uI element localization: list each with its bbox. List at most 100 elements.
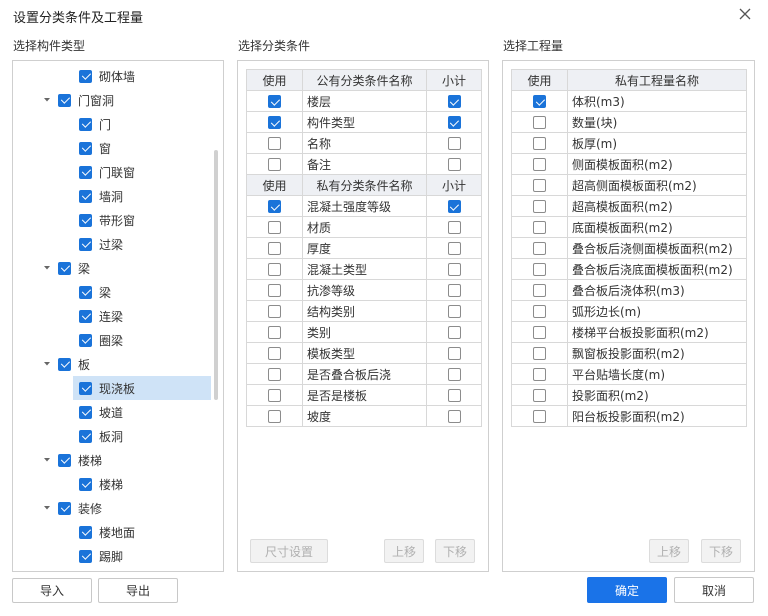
use-checkbox[interactable] xyxy=(268,389,281,402)
use-checkbox[interactable] xyxy=(268,410,281,423)
tree-item[interactable]: 楼梯 xyxy=(13,472,215,496)
subtotal-checkbox[interactable] xyxy=(447,368,461,381)
use-checkbox[interactable] xyxy=(533,410,546,423)
tree-item-checkbox[interactable] xyxy=(58,93,71,107)
chevron-down-icon[interactable] xyxy=(42,455,52,465)
tree-item-checkbox[interactable] xyxy=(79,525,92,539)
subtotal-checkbox[interactable] xyxy=(447,95,461,108)
tree-item-checkbox[interactable] xyxy=(79,69,92,83)
export-button[interactable]: 导出 xyxy=(98,578,178,603)
use-checkbox[interactable] xyxy=(268,263,281,276)
tree-item-checkbox[interactable] xyxy=(79,117,92,131)
tree-scrollbar[interactable] xyxy=(214,150,218,400)
use-checkbox[interactable] xyxy=(533,200,546,213)
use-checkbox[interactable] xyxy=(268,368,281,381)
use-checkbox[interactable] xyxy=(533,158,546,171)
table-row[interactable]: 侧面模板面积(m2) xyxy=(511,153,747,175)
table-row[interactable]: 坡度 xyxy=(246,405,482,427)
tree-item[interactable]: 坡道 xyxy=(13,400,215,424)
tree-item[interactable]: 梁 xyxy=(13,280,215,304)
use-checkbox[interactable] xyxy=(533,95,546,108)
subtotal-checkbox[interactable] xyxy=(447,410,461,423)
table-row[interactable]: 抗渗等级 xyxy=(246,279,482,301)
use-checkbox[interactable] xyxy=(533,305,546,318)
tree-item-checkbox[interactable] xyxy=(79,237,92,251)
tree-item[interactable]: 门窗洞 xyxy=(13,88,215,112)
table-row[interactable]: 底面模板面积(m2) xyxy=(511,216,747,238)
tree-item[interactable]: 现浇板 xyxy=(73,376,211,400)
subtotal-checkbox[interactable] xyxy=(447,263,461,276)
tree-item[interactable]: 砌体墙 xyxy=(13,64,215,88)
tree-item-checkbox[interactable] xyxy=(79,549,92,563)
use-checkbox[interactable] xyxy=(533,116,546,129)
tree-item-checkbox[interactable] xyxy=(79,141,92,155)
tree-item[interactable]: 踢脚 xyxy=(13,544,215,568)
table-row[interactable]: 板厚(m) xyxy=(511,132,747,154)
use-checkbox[interactable] xyxy=(533,347,546,360)
use-checkbox[interactable] xyxy=(268,200,281,213)
tree-item-checkbox[interactable] xyxy=(58,357,71,371)
tree-item[interactable]: 楼梯 xyxy=(13,448,215,472)
tree-item-checkbox[interactable] xyxy=(58,261,71,275)
table-row[interactable]: 名称 xyxy=(246,132,482,154)
table-row[interactable]: 厚度 xyxy=(246,237,482,259)
table-row[interactable]: 混凝土强度等级 xyxy=(246,195,482,217)
table-row[interactable]: 叠合板后浇底面模板面积(m2) xyxy=(511,258,747,280)
tree-item[interactable]: 楼地面 xyxy=(13,520,215,544)
use-checkbox[interactable] xyxy=(268,221,281,234)
table-row[interactable]: 类别 xyxy=(246,321,482,343)
use-checkbox[interactable] xyxy=(268,158,281,171)
tree-item-checkbox[interactable] xyxy=(79,189,92,203)
table-row[interactable]: 阳台板投影面积(m2) xyxy=(511,405,747,427)
subtotal-checkbox[interactable] xyxy=(447,305,461,318)
tree-item[interactable]: 梁 xyxy=(13,256,215,280)
chevron-down-icon[interactable] xyxy=(42,263,52,273)
table-row[interactable]: 是否叠合板后浇 xyxy=(246,363,482,385)
use-checkbox[interactable] xyxy=(533,137,546,150)
subtotal-checkbox[interactable] xyxy=(447,284,461,297)
tree-item[interactable]: 窗 xyxy=(13,136,215,160)
table-row[interactable]: 飘窗板投影面积(m2) xyxy=(511,342,747,364)
tree-item[interactable]: 装修 xyxy=(13,496,215,520)
use-checkbox[interactable] xyxy=(533,368,546,381)
table-row[interactable]: 楼梯平台板投影面积(m2) xyxy=(511,321,747,343)
table-row[interactable]: 叠合板后浇体积(m3) xyxy=(511,279,747,301)
tree-item[interactable]: 过梁 xyxy=(13,232,215,256)
cancel-button[interactable]: 取消 xyxy=(674,577,754,603)
use-checkbox[interactable] xyxy=(533,389,546,402)
table-row[interactable]: 超高侧面模板面积(m2) xyxy=(511,174,747,196)
table-row[interactable]: 弧形边长(m) xyxy=(511,300,747,322)
condition-move-down-button[interactable]: 下移 xyxy=(435,539,475,563)
use-checkbox[interactable] xyxy=(268,284,281,297)
chevron-down-icon[interactable] xyxy=(42,95,52,105)
table-row[interactable]: 楼层 xyxy=(246,90,482,112)
tree-item[interactable]: 圈梁 xyxy=(13,328,215,352)
use-checkbox[interactable] xyxy=(533,326,546,339)
quantity-move-down-button[interactable]: 下移 xyxy=(701,539,741,563)
table-row[interactable]: 模板类型 xyxy=(246,342,482,364)
tree-item-checkbox[interactable] xyxy=(79,381,92,395)
import-button[interactable]: 导入 xyxy=(12,578,92,603)
tree-item[interactable]: 板 xyxy=(13,352,215,376)
tree-item-checkbox[interactable] xyxy=(58,453,71,467)
table-row[interactable]: 混凝土类型 xyxy=(246,258,482,280)
tree-item[interactable]: 墙洞 xyxy=(13,184,215,208)
subtotal-checkbox[interactable] xyxy=(447,389,461,402)
tree-item[interactable]: 带形窗 xyxy=(13,208,215,232)
table-row[interactable]: 叠合板后浇侧面模板面积(m2) xyxy=(511,237,747,259)
table-row[interactable]: 数量(块) xyxy=(511,111,747,133)
subtotal-checkbox[interactable] xyxy=(447,326,461,339)
table-row[interactable]: 备注 xyxy=(246,153,482,175)
use-checkbox[interactable] xyxy=(268,305,281,318)
subtotal-checkbox[interactable] xyxy=(447,221,461,234)
use-checkbox[interactable] xyxy=(268,347,281,360)
table-row[interactable]: 投影面积(m2) xyxy=(511,384,747,406)
quantity-move-up-button[interactable]: 上移 xyxy=(649,539,689,563)
close-icon[interactable] xyxy=(737,6,753,22)
table-row[interactable]: 结构类别 xyxy=(246,300,482,322)
use-checkbox[interactable] xyxy=(268,95,281,108)
tree-item-checkbox[interactable] xyxy=(58,501,71,515)
subtotal-checkbox[interactable] xyxy=(447,158,461,171)
subtotal-checkbox[interactable] xyxy=(447,242,461,255)
use-checkbox[interactable] xyxy=(268,326,281,339)
